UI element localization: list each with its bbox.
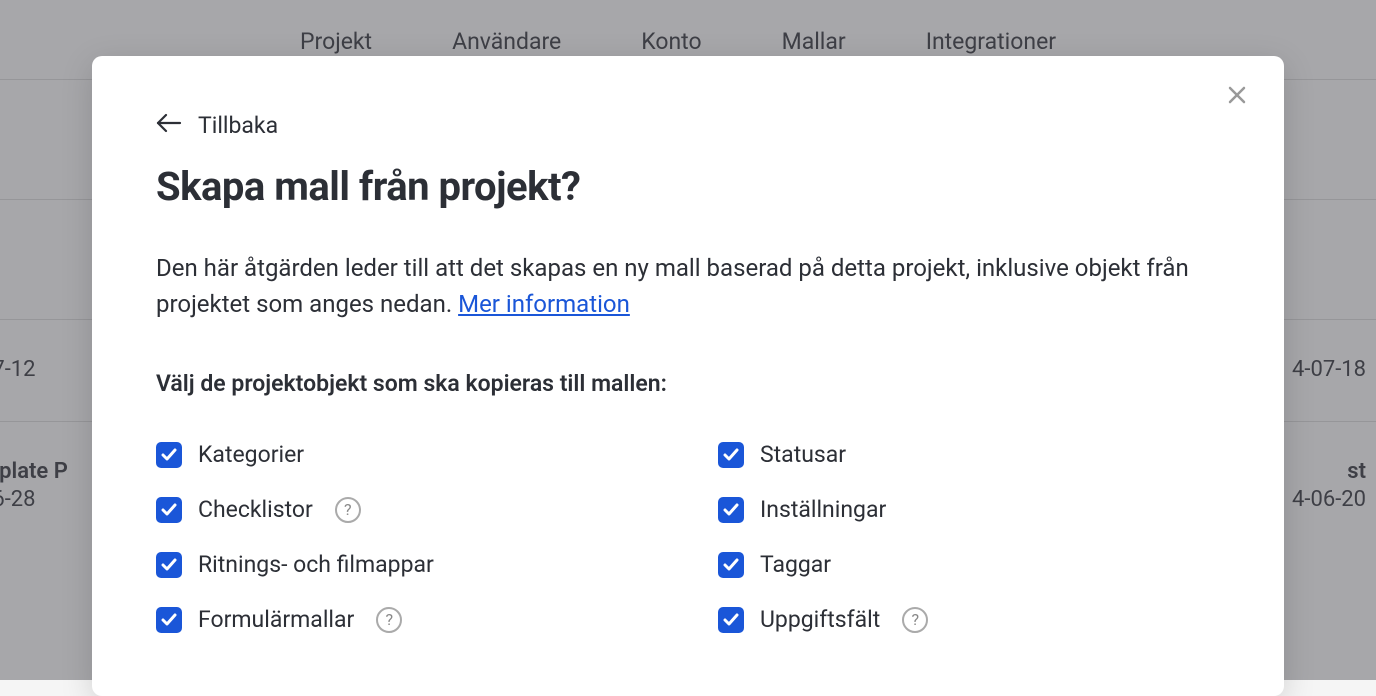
option-label: Ritnings- och filmappar xyxy=(198,551,434,578)
option-ritnings-filmappar[interactable]: Ritnings- och filmappar xyxy=(156,551,658,578)
close-button[interactable] xyxy=(1226,84,1248,110)
option-label: Checklistor xyxy=(198,496,313,523)
close-icon xyxy=(1226,84,1248,110)
section-label: Välj de projektobjekt som ska kopieras t… xyxy=(156,370,1220,397)
back-button[interactable]: Tillbaka xyxy=(156,112,278,139)
checkbox-checked-icon xyxy=(718,442,744,468)
help-icon[interactable]: ? xyxy=(376,607,402,633)
option-checklistor[interactable]: Checklistor ? xyxy=(156,496,658,523)
checkbox-checked-icon xyxy=(718,552,744,578)
option-label: Inställningar xyxy=(760,496,886,523)
option-uppgiftsfalt[interactable]: Uppgiftsfält ? xyxy=(718,606,1220,633)
modal-title: Skapa mall från projekt? xyxy=(156,163,1220,210)
option-label: Uppgiftsfält xyxy=(760,606,880,633)
option-kategorier[interactable]: Kategorier xyxy=(156,441,658,468)
modal-description-text: Den här åtgärden leder till att det skap… xyxy=(156,254,1189,318)
option-label: Taggar xyxy=(760,551,831,578)
back-label: Tillbaka xyxy=(198,112,278,139)
options-column-left: Kategorier Checklistor ? Ritnings- och f… xyxy=(156,441,658,633)
checkbox-checked-icon xyxy=(156,552,182,578)
checkbox-checked-icon xyxy=(718,497,744,523)
help-icon[interactable]: ? xyxy=(902,607,928,633)
modal-description: Den här åtgärden leder till att det skap… xyxy=(156,250,1220,322)
option-taggar[interactable]: Taggar xyxy=(718,551,1220,578)
option-label: Formulärmallar xyxy=(198,606,354,633)
options-column-right: Statusar Inställningar Taggar Uppgiftsfä… xyxy=(718,441,1220,633)
checkbox-checked-icon xyxy=(156,442,182,468)
create-template-modal: Tillbaka Skapa mall från projekt? Den hä… xyxy=(92,56,1284,696)
option-installningar[interactable]: Inställningar xyxy=(718,496,1220,523)
help-icon[interactable]: ? xyxy=(335,497,361,523)
option-label: Statusar xyxy=(760,441,846,468)
options-grid: Kategorier Checklistor ? Ritnings- och f… xyxy=(156,441,1220,633)
option-label: Kategorier xyxy=(198,441,304,468)
arrow-left-icon xyxy=(156,112,182,139)
checkbox-checked-icon xyxy=(156,497,182,523)
checkbox-checked-icon xyxy=(718,607,744,633)
checkbox-checked-icon xyxy=(156,607,182,633)
option-statusar[interactable]: Statusar xyxy=(718,441,1220,468)
more-info-link[interactable]: Mer information xyxy=(458,290,630,318)
option-formularmallar[interactable]: Formulärmallar ? xyxy=(156,606,658,633)
